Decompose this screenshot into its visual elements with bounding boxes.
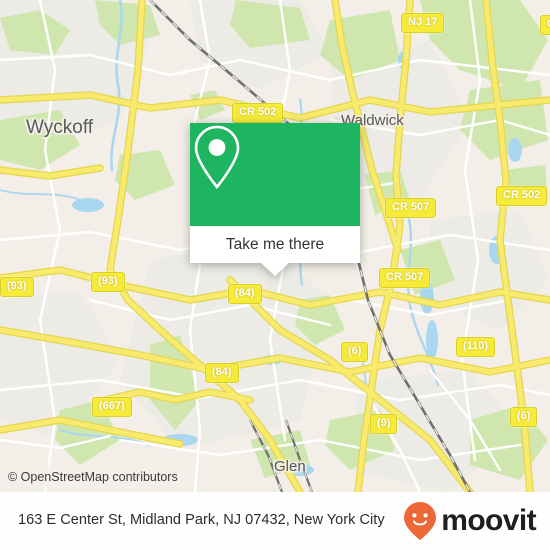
- road-shield: CR 507: [379, 268, 431, 288]
- road-shield: (93): [0, 277, 34, 297]
- moovit-wordmark: moovit: [441, 504, 536, 537]
- moovit-pin-icon: [404, 502, 437, 540]
- road-shield: (93): [91, 272, 125, 292]
- take-me-there-button[interactable]: Take me there: [190, 226, 360, 263]
- road-shield: NJ 17: [401, 13, 445, 33]
- callout-header: [190, 123, 360, 226]
- address-text: 163 E Center St, Midland Park, NJ 07432,…: [18, 512, 385, 529]
- road-shield: (84): [205, 363, 239, 383]
- moovit-logo[interactable]: moovit: [403, 501, 537, 541]
- bottom-info-bar: 163 E Center St, Midland Park, NJ 07432,…: [0, 492, 550, 550]
- osm-attribution[interactable]: © OpenStreetMap contributors: [0, 466, 185, 489]
- road-shield: (6): [341, 342, 369, 362]
- road-shield: C: [540, 15, 550, 35]
- map-pin-icon: [194, 125, 240, 190]
- road-shield: (667): [92, 397, 132, 417]
- road-shield: CR 502: [496, 186, 548, 206]
- road-shield: (84): [228, 284, 262, 304]
- take-me-there-label: Take me there: [225, 235, 325, 253]
- road-shield: CR 507: [385, 198, 437, 218]
- road-shield: (110): [456, 337, 496, 357]
- callout-tail: [261, 263, 289, 276]
- road-shield: (9): [370, 414, 398, 434]
- map-screen: WyckoffWaldwickGlen NJ 17CCR 502CR 502CR…: [0, 0, 550, 550]
- road-shield: CR 502: [232, 103, 284, 123]
- map-canvas[interactable]: WyckoffWaldwickGlen NJ 17CCR 502CR 502CR…: [0, 0, 550, 492]
- road-shield: (6): [510, 407, 538, 427]
- location-callout-card[interactable]: Take me there: [190, 123, 360, 276]
